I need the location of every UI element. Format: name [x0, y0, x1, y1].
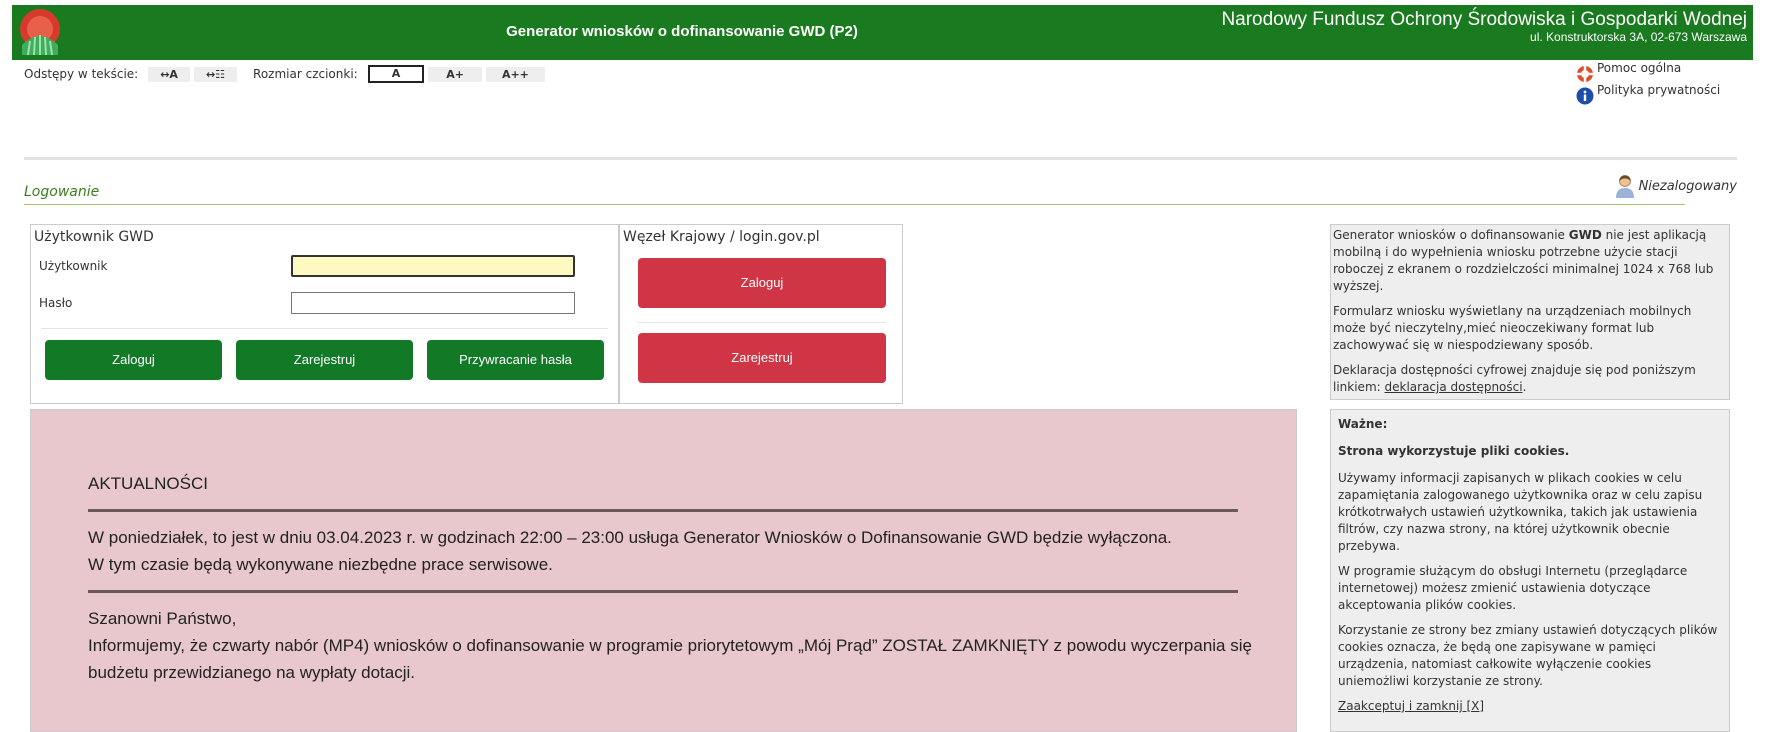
news-title: AKTUALNOŚCI	[88, 474, 208, 493]
accept-cookies-link[interactable]: Zaakceptuj i zamknij [X]	[1338, 699, 1484, 713]
national-login-button[interactable]: Zaloguj	[638, 258, 886, 308]
info-paragraph: Formularz wniosku wyświetlany na urządze…	[1333, 304, 1692, 352]
privacy-link[interactable]: Polityka prywatności	[1576, 83, 1720, 105]
news-paragraph: Informujemy, że czwarty nabór (MP4) wnio…	[88, 636, 1252, 682]
organization-address: ul. Konstruktorska 3A, 02-673 Warszawa	[1530, 30, 1747, 44]
password-input[interactable]	[291, 292, 575, 314]
info-paragraph: Generator wniosków o dofinansowanie GWD …	[1333, 228, 1714, 293]
accessibility-declaration-link[interactable]: deklaracja dostępności	[1385, 380, 1523, 394]
organization-name: Narodowy Fundusz Ochrony Środowiska i Go…	[1221, 9, 1747, 30]
divider	[638, 322, 886, 323]
font-size-large-button[interactable]: A+	[428, 66, 482, 82]
news-divider	[88, 509, 1238, 512]
national-node-title: Węzeł Krajowy / login.gov.pl	[623, 229, 820, 245]
national-register-button[interactable]: Zarejestruj	[638, 333, 886, 383]
privacy-link-label: Polityka prywatności	[1597, 83, 1721, 97]
top-header: Generator wniosków o dofinansowanie GWD …	[12, 5, 1753, 60]
cookies-heading: Strona wykorzystuje pliki cookies.	[1338, 444, 1570, 458]
lifebuoy-icon	[1577, 66, 1593, 82]
info-panel: Generator wniosków o dofinansowanie GWD …	[1330, 224, 1730, 400]
news-paragraph: W tym czasie będą wykonywane niezbędne p…	[88, 555, 553, 574]
info-paragraph: Deklaracja dostępności cyfrowej znajduje…	[1333, 363, 1696, 394]
font-size-normal-button[interactable]: A	[367, 65, 425, 83]
help-links: Pomoc ogólna Polityka prywatności	[1576, 61, 1720, 105]
font-size-xlarge-button[interactable]: A++	[485, 66, 545, 82]
gwd-login-button[interactable]: Zaloguj	[45, 340, 222, 380]
help-link[interactable]: Pomoc ogólna	[1576, 61, 1720, 83]
news-divider	[88, 590, 1238, 593]
gwd-login-box: Użytkownik GWD Użytkownik Hasło Zaloguj …	[30, 224, 619, 404]
news-greeting: Szanowni Państwo,	[88, 609, 237, 628]
divider	[41, 328, 608, 329]
national-node-box: Węzeł Krajowy / login.gov.pl Zaloguj Zar…	[619, 224, 903, 404]
font-size-label: Rozmiar czcionki:	[253, 67, 358, 81]
user-status-label: Niezalogowany	[1638, 178, 1737, 194]
accessibility-toolbar: Odstępy w tekście: ↔A ↔☷ Rozmiar czcionk…	[24, 65, 549, 83]
organization-info: Narodowy Fundusz Ochrony Środowiska i Go…	[1221, 9, 1747, 44]
password-label: Hasło	[39, 296, 73, 310]
divider	[24, 157, 1737, 160]
help-link-label: Pomoc ogólna	[1597, 61, 1682, 75]
info-icon	[1576, 87, 1594, 105]
news-panel: AKTUALNOŚCI W poniedziałek, to jest w dn…	[30, 409, 1297, 732]
text-spacing-label: Odstępy w tekście:	[24, 67, 139, 81]
cookies-panel: Ważne: Strona wykorzystuje pliki cookies…	[1330, 409, 1730, 732]
login-section-title: Logowanie	[24, 184, 100, 200]
gwd-bold: GWD	[1568, 228, 1602, 242]
gwd-login-title: Użytkownik GWD	[34, 229, 154, 245]
line-spacing-button[interactable]: ↔☷	[193, 66, 238, 82]
cookies-paragraph: Używamy informacji zapisanych w plikach …	[1338, 471, 1703, 553]
password-recovery-button[interactable]: Przywracanie hasła	[427, 340, 604, 380]
username-input[interactable]	[291, 255, 575, 277]
user-icon	[1615, 175, 1634, 198]
section-underline	[24, 204, 1685, 205]
letter-spacing-button[interactable]: ↔A	[148, 66, 190, 82]
cookies-important-label: Ważne:	[1338, 417, 1388, 431]
gwd-register-button[interactable]: Zarejestruj	[236, 340, 413, 380]
user-status: Niezalogowany	[1615, 174, 1737, 198]
cookies-paragraph: W programie służącym do obsługi Internet…	[1338, 564, 1688, 612]
username-label: Użytkownik	[39, 259, 108, 273]
news-paragraph: W poniedziałek, to jest w dniu 03.04.202…	[88, 528, 1172, 547]
cookies-paragraph: Korzystanie ze strony bez zmiany ustawie…	[1338, 623, 1718, 688]
app-title: Generator wniosków o dofinansowanie GWD …	[506, 23, 858, 40]
